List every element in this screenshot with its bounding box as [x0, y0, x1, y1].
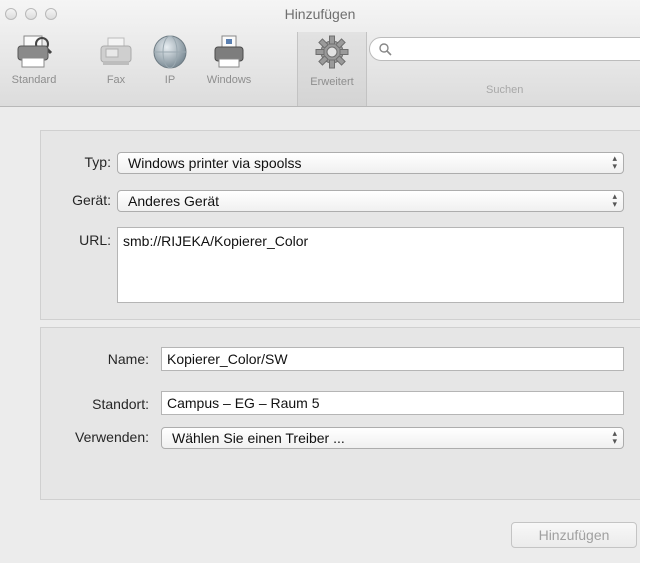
name-field[interactable]: Kopierer_Color/SW — [161, 347, 624, 371]
add-printer-window: Hinzufügen Standard Fax IP Windows Erwei… — [0, 0, 640, 563]
type-popup[interactable]: Windows printer via spoolss ▴ ▾ — [117, 152, 624, 174]
url-label: URL: — [79, 232, 111, 248]
printer-icon — [17, 35, 53, 68]
search-label: Suchen — [486, 84, 524, 96]
toolbar-standard[interactable]: Standard — [0, 34, 68, 86]
use-label: Verwenden: — [75, 429, 149, 445]
add-button[interactable]: Hinzufügen — [511, 522, 637, 548]
details-panel: Name: Kopierer_Color/SW Standort: Campus… — [40, 327, 640, 500]
globe-icon — [153, 35, 187, 69]
search-icon — [379, 43, 392, 56]
toolbar: Hinzufügen Standard Fax IP Windows Erwei… — [0, 0, 640, 107]
connection-panel: Typ: Windows printer via spoolss ▴ ▾ Gerä… — [40, 130, 640, 320]
toolbar-ip[interactable]: IP — [150, 34, 190, 86]
toolbar-fax[interactable]: Fax — [98, 34, 134, 86]
type-label: Typ: — [84, 154, 111, 170]
url-field[interactable]: smb://RIJEKA/Kopierer_Color — [117, 227, 624, 303]
name-label: Name: — [107, 351, 149, 367]
location-label: Standort: — [92, 396, 149, 412]
fax-icon — [100, 37, 132, 65]
driver-popup[interactable]: Wählen Sie einen Treiber ... ▴ ▾ — [161, 427, 624, 449]
popup-arrows-icon: ▴ ▾ — [612, 428, 617, 446]
location-field[interactable]: Campus – EG – Raum 5 — [161, 391, 624, 415]
toolbar-windows[interactable]: Windows — [196, 34, 262, 86]
popup-arrows-icon: ▴ ▾ — [612, 191, 617, 209]
gear-icon — [315, 35, 349, 69]
popup-arrows-icon: ▴ ▾ — [612, 153, 617, 171]
device-label: Gerät: — [72, 192, 111, 208]
windows-printer-icon — [214, 35, 244, 68]
search-field[interactable] — [369, 37, 640, 61]
device-popup[interactable]: Anderes Gerät ▴ ▾ — [117, 190, 624, 212]
toolbar-advanced[interactable]: Erweitert — [297, 32, 367, 106]
window-title: Hinzufügen — [284, 6, 356, 22]
